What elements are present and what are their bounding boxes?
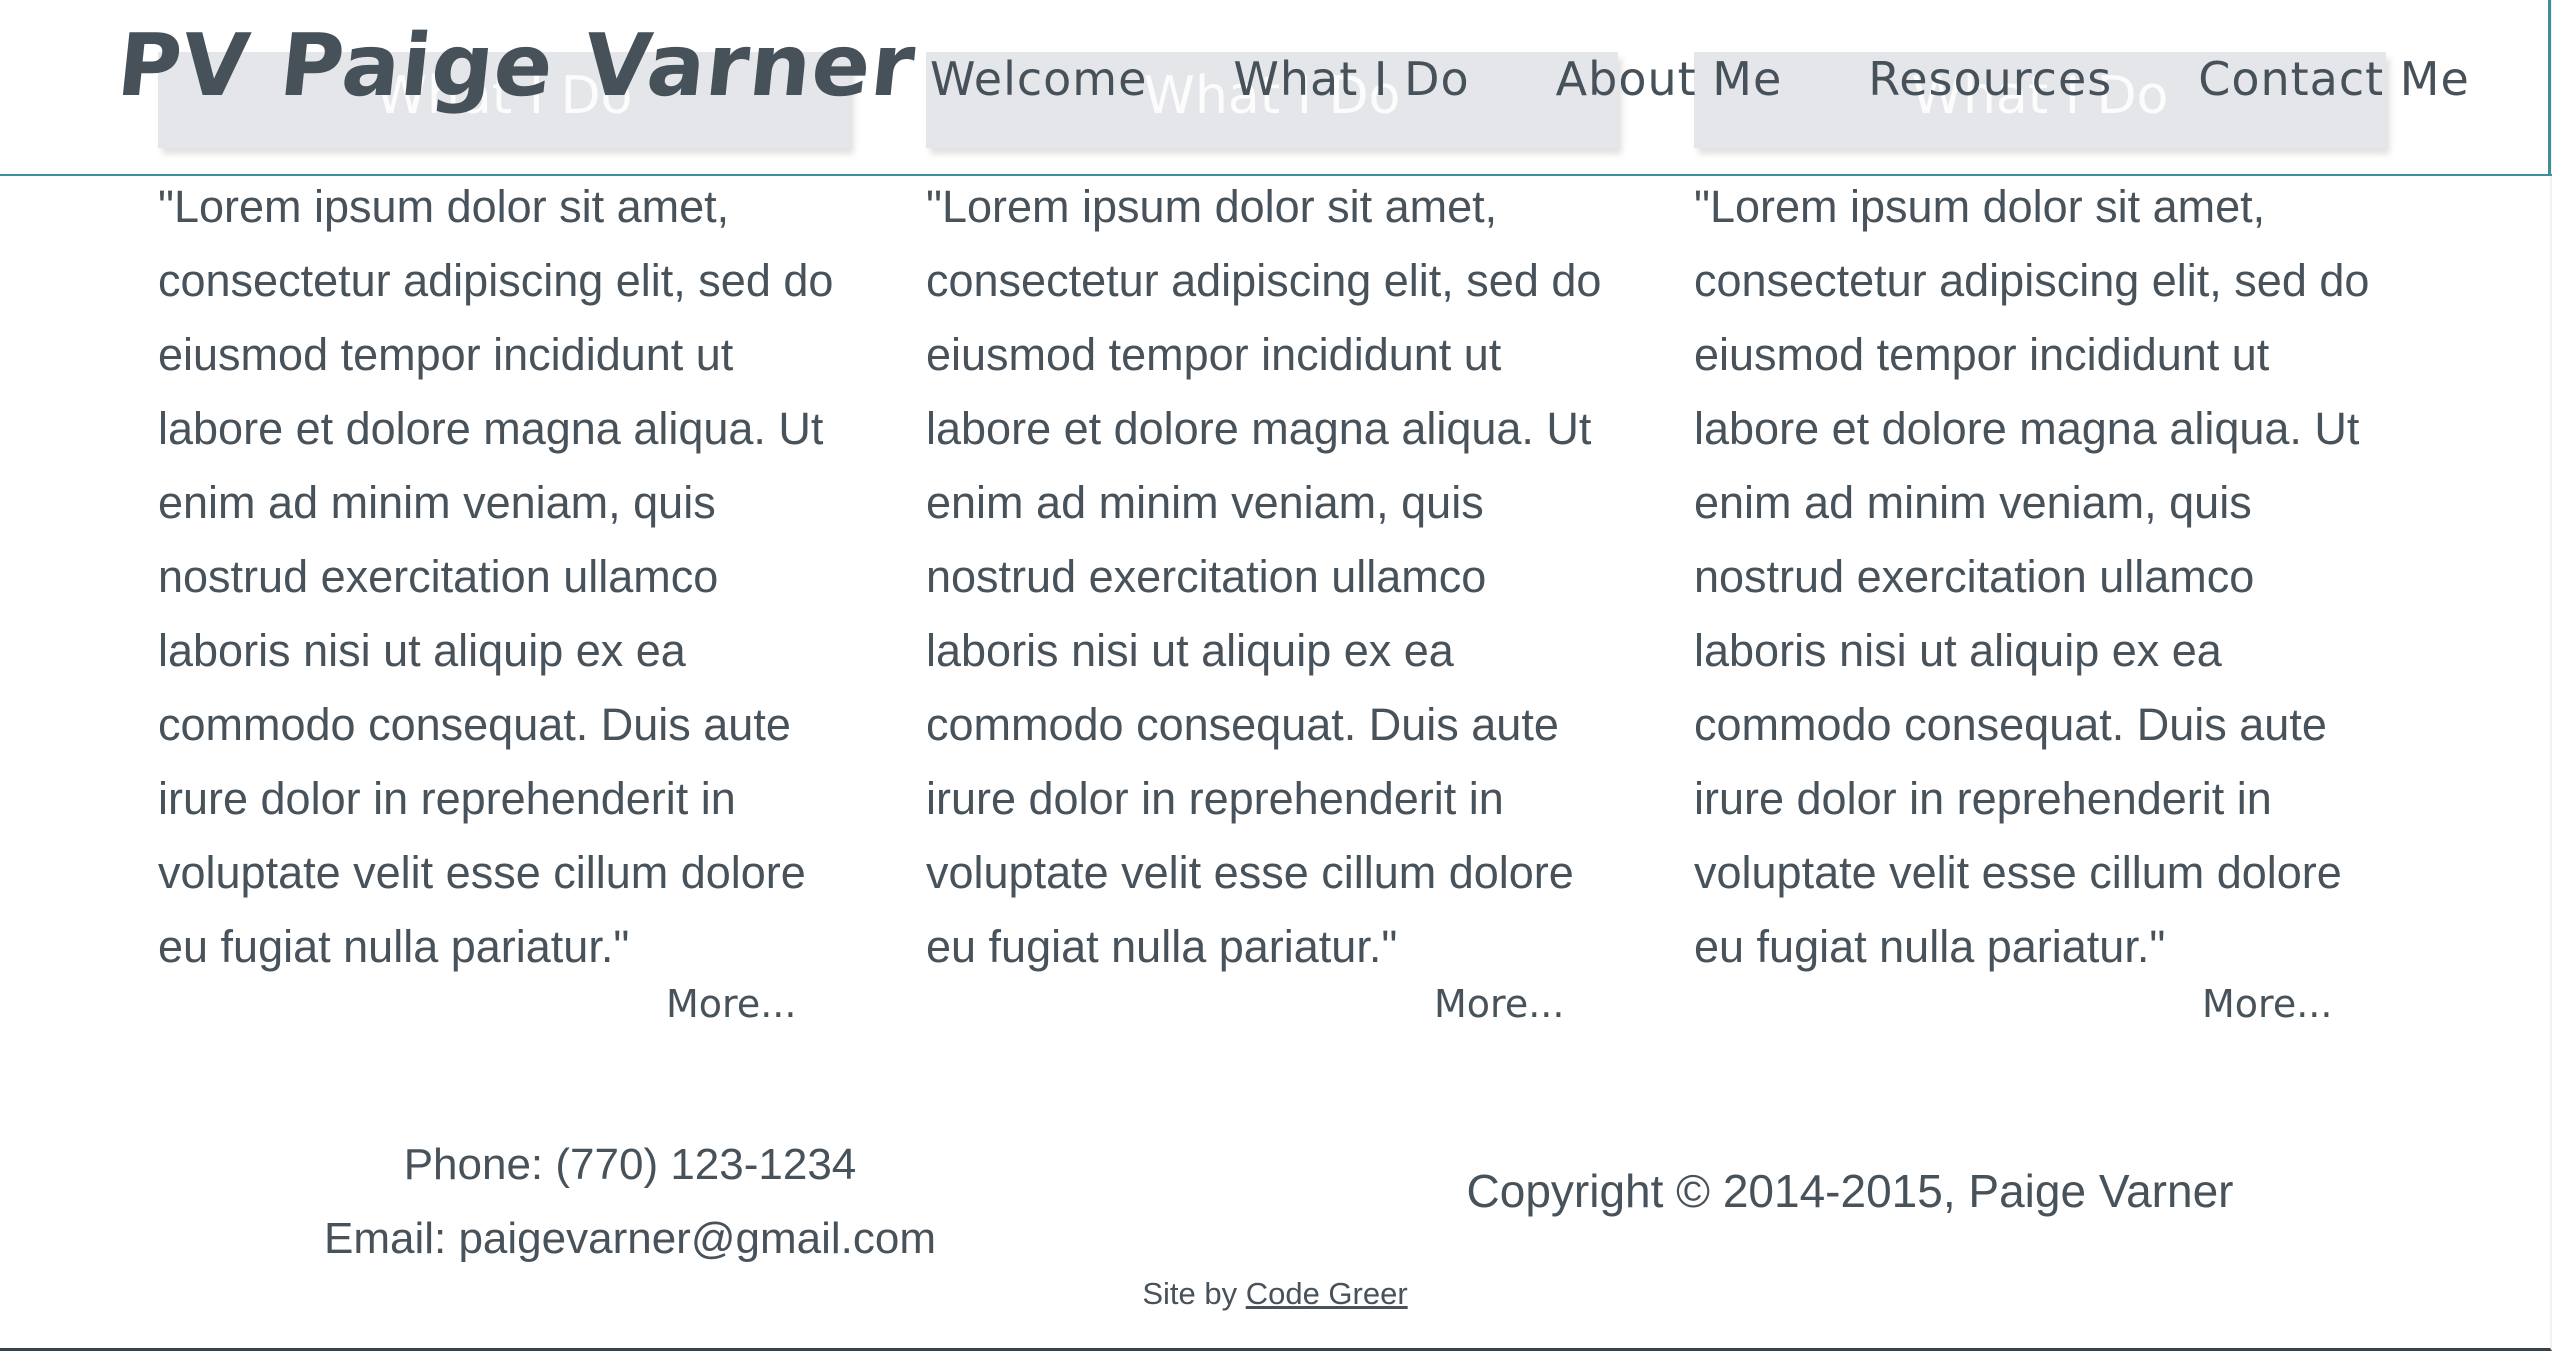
content-column-3: "Lorem ipsum dolor sit amet, consectetur…: [1694, 170, 2394, 984]
phone-text: Phone: (770) 123-1234: [403, 1140, 857, 1189]
more-link[interactable]: More...: [2202, 982, 2332, 1026]
nav-welcome[interactable]: Welcome: [930, 52, 1147, 122]
content-column-1: "Lorem ipsum dolor sit amet, consectetur…: [158, 170, 858, 984]
credit-link[interactable]: Code Greer: [1246, 1276, 1408, 1311]
site-credit: Site by Code Greer: [1000, 1276, 1550, 1312]
main-nav: Welcome What I Do About Me Resources Con…: [930, 52, 2470, 122]
email-text: Email: paigevarner@gmail.com: [323, 1214, 936, 1263]
column-body-text: "Lorem ipsum dolor sit amet, consectetur…: [158, 181, 834, 972]
column-body-text: "Lorem ipsum dolor sit amet, consectetur…: [926, 181, 1602, 972]
content-column-2: "Lorem ipsum dolor sit amet, consectetur…: [926, 170, 1626, 984]
nav-what-i-do[interactable]: What I Do: [1233, 52, 1469, 122]
site-logo[interactable]: PV Paige Varner: [113, 16, 920, 116]
copyright-text: Copyright © 2014-2015, Paige Varner: [1466, 1165, 2234, 1217]
more-link[interactable]: More...: [1434, 982, 1564, 1026]
nav-resources[interactable]: Resources: [1868, 52, 2112, 122]
nav-about-me[interactable]: About Me: [1556, 52, 1783, 122]
more-link[interactable]: More...: [666, 982, 796, 1026]
credit-prefix: Site by: [1142, 1276, 1246, 1311]
nav-contact-me[interactable]: Contact Me: [2198, 52, 2470, 122]
column-body-text: "Lorem ipsum dolor sit amet, consectetur…: [1694, 181, 2370, 972]
contact-info: Phone: (770) 123-1234 Email: paigevarner…: [300, 1128, 960, 1276]
